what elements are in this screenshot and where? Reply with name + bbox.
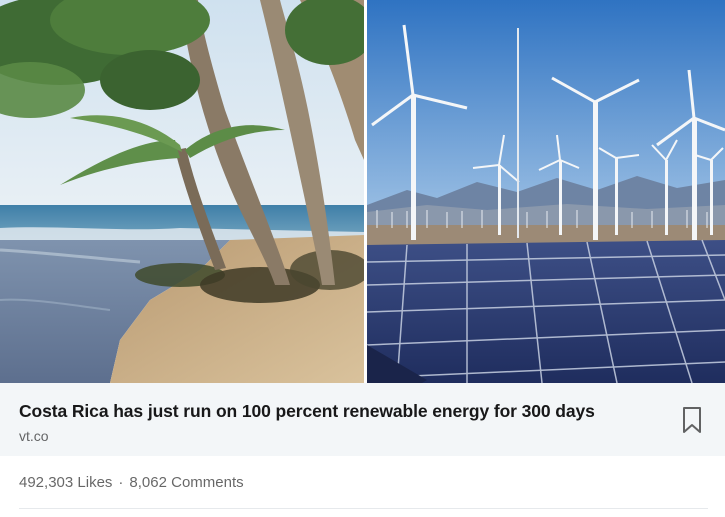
article-title[interactable]: Costa Rica has just run on 100 percent r…: [19, 401, 595, 422]
article-link-bar[interactable]: Costa Rica has just run on 100 percent r…: [0, 383, 725, 456]
beach-palm-photo[interactable]: [0, 0, 364, 383]
bookmark-icon: [683, 407, 701, 433]
social-counts: 492,303 Likes · 8,062 Comments: [19, 474, 244, 491]
article-image[interactable]: [0, 0, 725, 383]
comments-count[interactable]: 8,062 Comments: [129, 474, 243, 491]
count-separator: ·: [118, 474, 124, 491]
feed-post-card: Costa Rica has just run on 100 percent r…: [0, 0, 725, 517]
save-article-button[interactable]: [678, 403, 706, 437]
likes-count[interactable]: 492,303 Likes: [19, 474, 112, 491]
renewable-energy-photo[interactable]: [367, 0, 725, 383]
article-source: vt.co: [19, 428, 49, 444]
divider: [19, 508, 708, 509]
